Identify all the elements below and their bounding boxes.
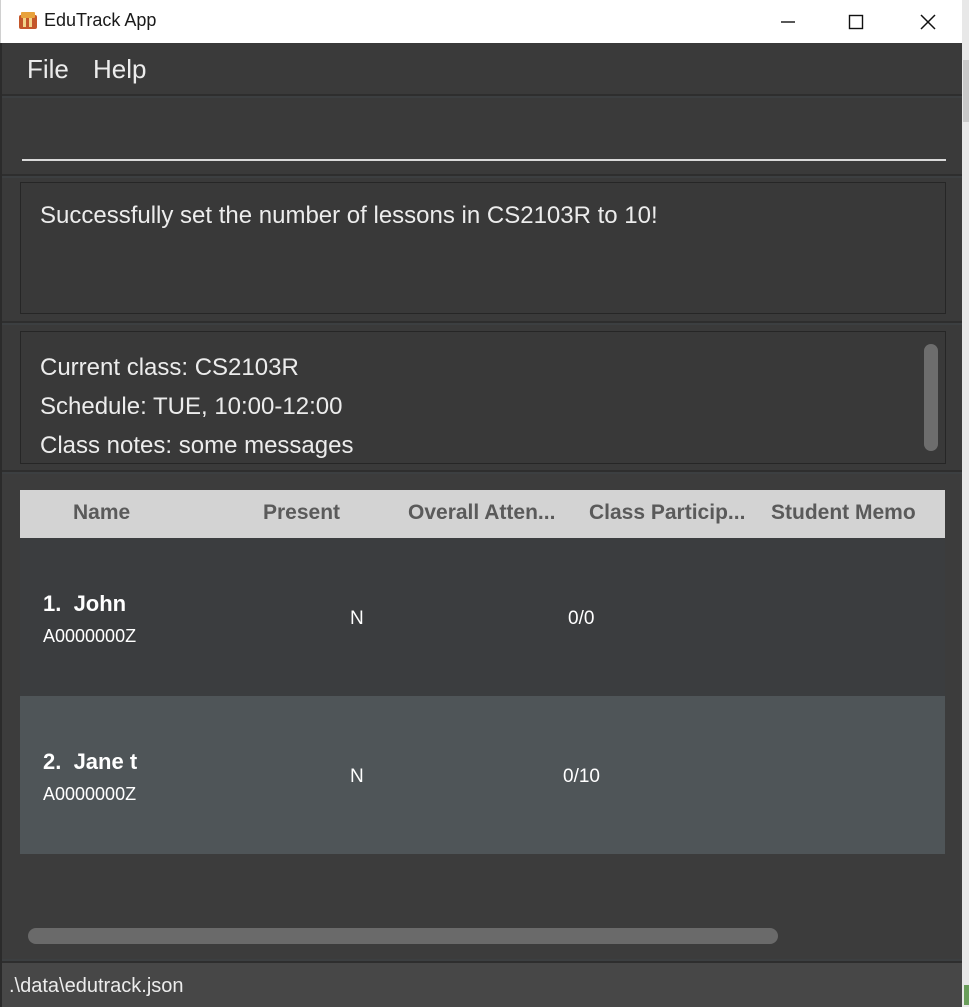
student-table: Name Present Overall Atten... Class Part… bbox=[2, 474, 962, 959]
column-header-memo[interactable]: Student Memo bbox=[771, 501, 916, 525]
table-header: Name Present Overall Atten... Class Part… bbox=[20, 490, 945, 538]
student-name: 1. John bbox=[43, 591, 127, 616]
title-bar[interactable]: EduTrack App bbox=[0, 0, 962, 43]
maximize-button[interactable] bbox=[821, 0, 891, 43]
current-class-text: Current class: CS2103R bbox=[40, 354, 299, 381]
save-file-path: .\data\edutrack.json bbox=[9, 975, 184, 997]
result-display[interactable]: Successfully set the number of lessons i… bbox=[20, 182, 946, 314]
attendance-cell: 0/10 bbox=[563, 766, 600, 787]
status-bar: .\data\edutrack.json bbox=[2, 961, 962, 1007]
close-button[interactable] bbox=[893, 0, 963, 43]
class-info-display[interactable]: Current class: CS2103R Schedule: TUE, 10… bbox=[20, 331, 946, 464]
column-header-attendance[interactable]: Overall Atten... bbox=[408, 501, 555, 525]
schedule-text: Schedule: TUE, 10:00-12:00 bbox=[40, 393, 343, 420]
close-icon bbox=[920, 13, 936, 30]
column-header-name[interactable]: Name bbox=[73, 501, 130, 525]
horizontal-scrollbar[interactable] bbox=[28, 928, 778, 944]
present-cell: N bbox=[350, 766, 364, 787]
student-name: 2. Jane t bbox=[43, 749, 138, 774]
minimize-button[interactable] bbox=[753, 0, 823, 43]
student-id: A0000000Z bbox=[43, 784, 137, 804]
edutrack-app-icon bbox=[19, 12, 37, 29]
background-window-strip bbox=[962, 0, 969, 1007]
minimize-icon bbox=[781, 20, 795, 23]
command-box bbox=[2, 98, 962, 176]
table-row-selected[interactable]: 2. Jane t A0000000Z N 0/10 bbox=[20, 696, 945, 854]
student-id: A0000000Z bbox=[43, 626, 137, 646]
background-strip-segment bbox=[963, 60, 969, 122]
app-window: File Help Successfully set the number of… bbox=[0, 43, 962, 1007]
class-notes-text: Class notes: some messages bbox=[40, 432, 354, 459]
menu-file[interactable]: File bbox=[27, 54, 69, 85]
maximize-icon bbox=[848, 14, 864, 29]
present-cell: N bbox=[350, 608, 364, 629]
menu-bar: File Help bbox=[2, 43, 962, 96]
result-message: Successfully set the number of lessons i… bbox=[40, 202, 658, 229]
class-info-scrollbar[interactable] bbox=[924, 344, 938, 451]
menu-help[interactable]: Help bbox=[93, 54, 146, 85]
window-title: EduTrack App bbox=[44, 10, 157, 30]
background-strip-segment-green bbox=[964, 985, 969, 1005]
table-row[interactable]: 1. John A0000000Z N 0/0 bbox=[20, 538, 945, 696]
column-header-participation[interactable]: Class Particip... bbox=[589, 501, 745, 525]
result-display-panel: Successfully set the number of lessons i… bbox=[2, 178, 962, 323]
class-info-panel: Current class: CS2103R Schedule: TUE, 10… bbox=[2, 325, 962, 472]
column-header-present[interactable]: Present bbox=[263, 501, 340, 525]
command-input[interactable] bbox=[22, 106, 946, 161]
attendance-cell: 0/0 bbox=[568, 608, 595, 629]
